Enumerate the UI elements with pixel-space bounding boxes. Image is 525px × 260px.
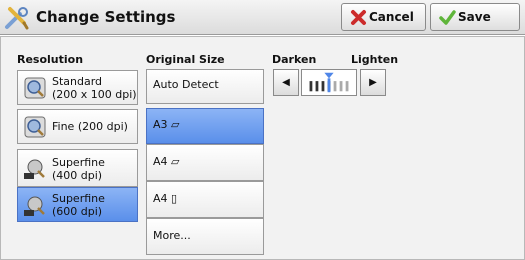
density-tick [315,81,319,92]
density-tick [339,81,343,92]
save-button[interactable]: Save [430,3,520,31]
resolution-standard-button[interactable]: Standard (200 x 100 dpi) [17,70,138,105]
original-size-a4-portrait-label: A4 ▯ [153,192,178,205]
density-tick [321,81,325,92]
settings-panel: Resolution Standard (200 x 100 dpi) Fine… [0,36,525,260]
density-tick [345,81,349,92]
resolution-title: Resolution [17,53,84,66]
resolution-superfine-600-button[interactable]: Superfine (600 dpi) [17,187,138,222]
page-title: Change Settings [36,8,176,26]
save-check-icon [439,10,456,25]
resolution-fine-line1: Fine (200 dpi) [52,120,128,133]
original-size-a3-label: A3 ▱ [153,118,180,131]
cancel-button-label: Cancel [369,10,414,24]
original-size-auto-detect-label: Auto Detect [153,78,219,91]
resolution-superfine-400-line1: Superfine [52,156,105,169]
resolution-superfine-600-line2: (600 dpi) [52,205,103,218]
resolution-standard-line2: (200 x 100 dpi) [52,88,137,101]
cancel-x-icon [351,10,366,25]
density-tick [309,81,313,92]
resolution-superfine-400-line2: (400 dpi) [52,169,103,182]
lighten-label: Lighten [351,53,399,66]
resolution-fine-button[interactable]: Fine (200 dpi) [17,109,138,144]
superfine-600-icon [24,196,45,216]
resolution-superfine-400-button[interactable]: Superfine (400 dpi) [17,149,138,187]
density-tick [333,81,337,92]
lighten-button[interactable]: ▶ [360,69,386,96]
original-size-a4-landscape-label: A4 ▱ [153,155,180,168]
density-indicator [324,72,334,79]
original-size-a4-portrait[interactable]: A4 ▯ [146,181,264,218]
superfine-400-icon [24,159,45,179]
resolution-standard-line1: Standard [52,75,103,88]
original-size-a4-landscape[interactable]: A4 ▱ [146,144,264,181]
right-arrow-icon: ▶ [369,77,377,88]
fine-resolution-icon [24,116,46,138]
cancel-button[interactable]: Cancel [341,3,426,31]
density-scale[interactable] [301,69,357,96]
original-size-title: Original Size [146,53,225,66]
save-button-label: Save [458,10,491,24]
darken-button[interactable]: ◀ [273,69,299,96]
density-current-marker [327,78,331,93]
standard-resolution-icon [24,77,46,99]
original-size-more-label: More... [153,229,191,242]
darken-label: Darken [272,53,317,66]
original-size-auto-detect[interactable]: Auto Detect [146,69,264,104]
original-size-a3[interactable]: A3 ▱ [146,108,264,144]
left-arrow-icon: ◀ [282,77,290,88]
original-size-more[interactable]: More... [146,218,264,255]
resolution-superfine-600-line1: Superfine [52,192,105,205]
header-bar: Change Settings Cancel Save [0,0,525,35]
settings-tools-icon [5,7,29,30]
